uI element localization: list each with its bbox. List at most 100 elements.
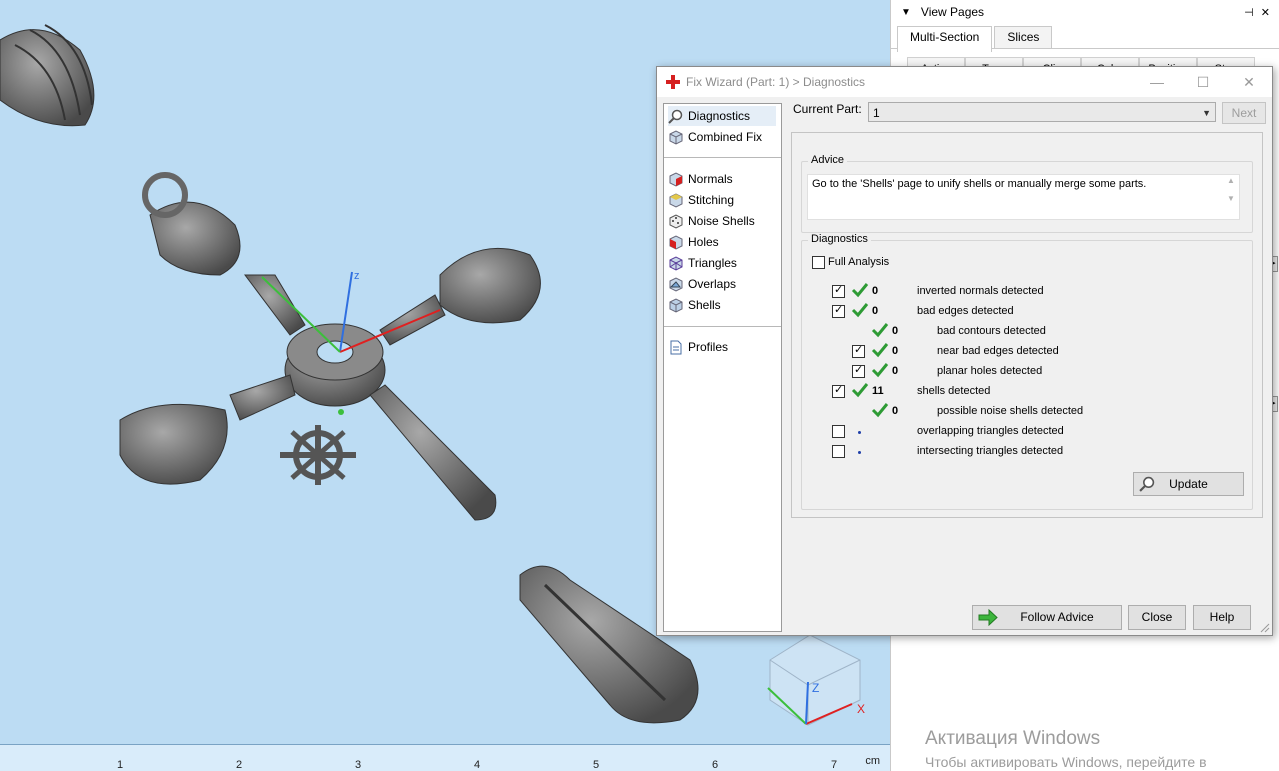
nav-item-triangles[interactable]: Triangles xyxy=(668,253,737,273)
update-button[interactable]: Update xyxy=(1133,472,1244,496)
shells-checkbox[interactable] xyxy=(832,383,845,398)
advice-text: Go to the 'Shells' page to unify shells … xyxy=(812,178,1147,190)
nav-item-holes[interactable]: Holes xyxy=(668,232,719,252)
magnifier-icon xyxy=(1139,476,1155,492)
inverted-normals-checkbox[interactable] xyxy=(832,283,845,298)
nav-item-profiles[interactable]: Profiles xyxy=(668,337,728,357)
diagnostics-page: Advice Go to the 'Shells' page to unify … xyxy=(791,132,1263,518)
view-pages-title: View Pages xyxy=(920,5,985,19)
green-check-icon xyxy=(871,403,889,418)
near-bad-edges-checkbox[interactable] xyxy=(852,343,865,358)
green-check-icon xyxy=(851,283,869,298)
svg-text:z: z xyxy=(354,270,360,282)
view-pages-header[interactable]: ▼ View Pages ⊣ ✕ xyxy=(891,0,1279,24)
help-button[interactable]: Help xyxy=(1193,605,1251,630)
svg-text:X: X xyxy=(857,702,865,716)
shells-count: 11 xyxy=(872,385,884,397)
minimize-button[interactable]: — xyxy=(1134,67,1180,97)
bad-contours-label: bad contours detected xyxy=(937,325,1046,337)
nav-item-label: Diagnostics xyxy=(688,109,751,123)
planar-holes-checkbox[interactable] xyxy=(852,363,865,378)
watermark-line2: Чтобы активировать Windows, перейдите в xyxy=(925,754,1207,770)
chevron-down-icon: ▼ xyxy=(1202,108,1211,118)
green-check-icon xyxy=(851,303,869,318)
tab-slices[interactable]: Slices xyxy=(994,26,1053,48)
fix-wizard-dialog: Fix Wizard (Part: 1) > Diagnostics — ☐ ✕… xyxy=(656,66,1273,636)
not-analyzed-dot-icon xyxy=(858,431,861,434)
nav-item-overlaps[interactable]: Overlaps xyxy=(668,274,736,294)
resize-grip-icon[interactable] xyxy=(1260,623,1270,633)
green-check-icon xyxy=(871,363,889,378)
nav-item-label: Profiles xyxy=(688,340,729,354)
model-part-arm-lower-left xyxy=(119,374,296,485)
model-part-gear xyxy=(280,425,356,485)
magnifier-icon xyxy=(668,109,683,124)
inverted-normals-label: inverted normals detected xyxy=(917,285,1044,297)
diagnostics-group: Diagnostics Full Analysis 0 inverted nor… xyxy=(801,233,1253,510)
ruler-tick: 6 xyxy=(712,759,719,771)
pin-close-icons[interactable]: ⊣ ✕ xyxy=(1244,6,1272,19)
noise-shells-label: possible noise shells detected xyxy=(937,405,1084,417)
bottom-ruler: 1 2 3 4 5 6 7 cm xyxy=(0,744,890,771)
view-cube[interactable]: Z X xyxy=(767,634,865,726)
current-part-label: Current Part: xyxy=(793,102,862,116)
planar-holes-count: 0 xyxy=(892,365,899,377)
nav-separator xyxy=(664,326,781,327)
wizard-nav-list: Diagnostics Combined Fix Normals Stitchi… xyxy=(663,103,782,632)
close-button[interactable]: Close xyxy=(1128,605,1186,630)
near-bad-edges-label: near bad edges detected xyxy=(937,345,1059,357)
advice-title: Advice xyxy=(808,154,848,166)
intersecting-triangles-checkbox[interactable] xyxy=(832,445,845,458)
watermark-line1: Активация Windows xyxy=(925,728,1101,749)
nav-item-combined-fix[interactable]: Combined Fix xyxy=(668,127,762,147)
nav-item-label: Combined Fix xyxy=(688,130,763,144)
bad-edges-checkbox[interactable] xyxy=(832,303,845,318)
current-part-select[interactable]: 1 ▼ xyxy=(868,102,1216,122)
diagnostics-title: Diagnostics xyxy=(808,233,871,245)
normals-cube-icon xyxy=(669,171,683,187)
nav-item-noise-shells[interactable]: Noise Shells xyxy=(668,211,755,231)
green-check-icon xyxy=(871,343,889,358)
intersecting-triangles-label: intersecting triangles detected xyxy=(917,445,1064,457)
nav-item-stitching[interactable]: Stitching xyxy=(668,190,734,210)
noise-shells-icon xyxy=(669,213,683,229)
bad-edges-count: 0 xyxy=(872,305,879,317)
full-analysis-label: Full Analysis xyxy=(828,256,890,268)
green-check-icon xyxy=(851,383,869,398)
nav-item-normals[interactable]: Normals xyxy=(668,169,733,189)
collapse-triangle-icon[interactable]: ▼ xyxy=(901,7,911,18)
ruler-tick: 2 xyxy=(236,759,243,771)
triangles-icon xyxy=(669,255,683,271)
green-check-icon xyxy=(871,323,889,338)
close-window-button[interactable]: ✕ xyxy=(1226,67,1272,97)
tab-multi-section[interactable]: Multi-Section xyxy=(897,26,993,52)
follow-advice-button[interactable]: Follow Advice xyxy=(972,605,1122,630)
ruler-tick: 4 xyxy=(474,759,481,771)
overlapping-triangles-checkbox[interactable] xyxy=(832,425,845,438)
current-part-value: 1 xyxy=(873,106,880,120)
maximize-button[interactable]: ☐ xyxy=(1180,67,1226,97)
shells-label: shells detected xyxy=(917,385,991,397)
model-part-arm-upper-right xyxy=(379,247,541,346)
near-bad-edges-count: 0 xyxy=(892,345,899,357)
nav-item-label: Overlaps xyxy=(688,277,737,291)
nav-separator xyxy=(664,157,781,158)
document-icon xyxy=(670,340,682,354)
planar-holes-label: planar holes detected xyxy=(937,365,1043,377)
full-analysis-checkbox[interactable] xyxy=(812,256,825,269)
model-part-shell xyxy=(0,24,95,127)
nav-item-diagnostics[interactable]: Diagnostics xyxy=(668,106,776,126)
advice-scrollbar[interactable]: ▲ ▼ xyxy=(1224,176,1238,220)
nav-item-shells[interactable]: Shells xyxy=(668,295,721,315)
stitching-cube-icon xyxy=(669,192,683,208)
model-part-hub xyxy=(284,323,386,407)
bad-edges-label: bad edges detected xyxy=(917,305,1014,317)
advice-group: Advice Go to the 'Shells' page to unify … xyxy=(801,154,1253,233)
nav-item-label: Noise Shells xyxy=(688,214,755,228)
not-analyzed-dot-icon xyxy=(858,451,861,454)
next-button[interactable]: Next xyxy=(1222,102,1266,124)
ruler-unit: cm xyxy=(865,755,880,767)
green-arrow-icon xyxy=(978,609,998,626)
dialog-titlebar[interactable]: Fix Wizard (Part: 1) > Diagnostics — ☐ ✕ xyxy=(657,67,1272,97)
noise-shells-count: 0 xyxy=(892,405,899,417)
